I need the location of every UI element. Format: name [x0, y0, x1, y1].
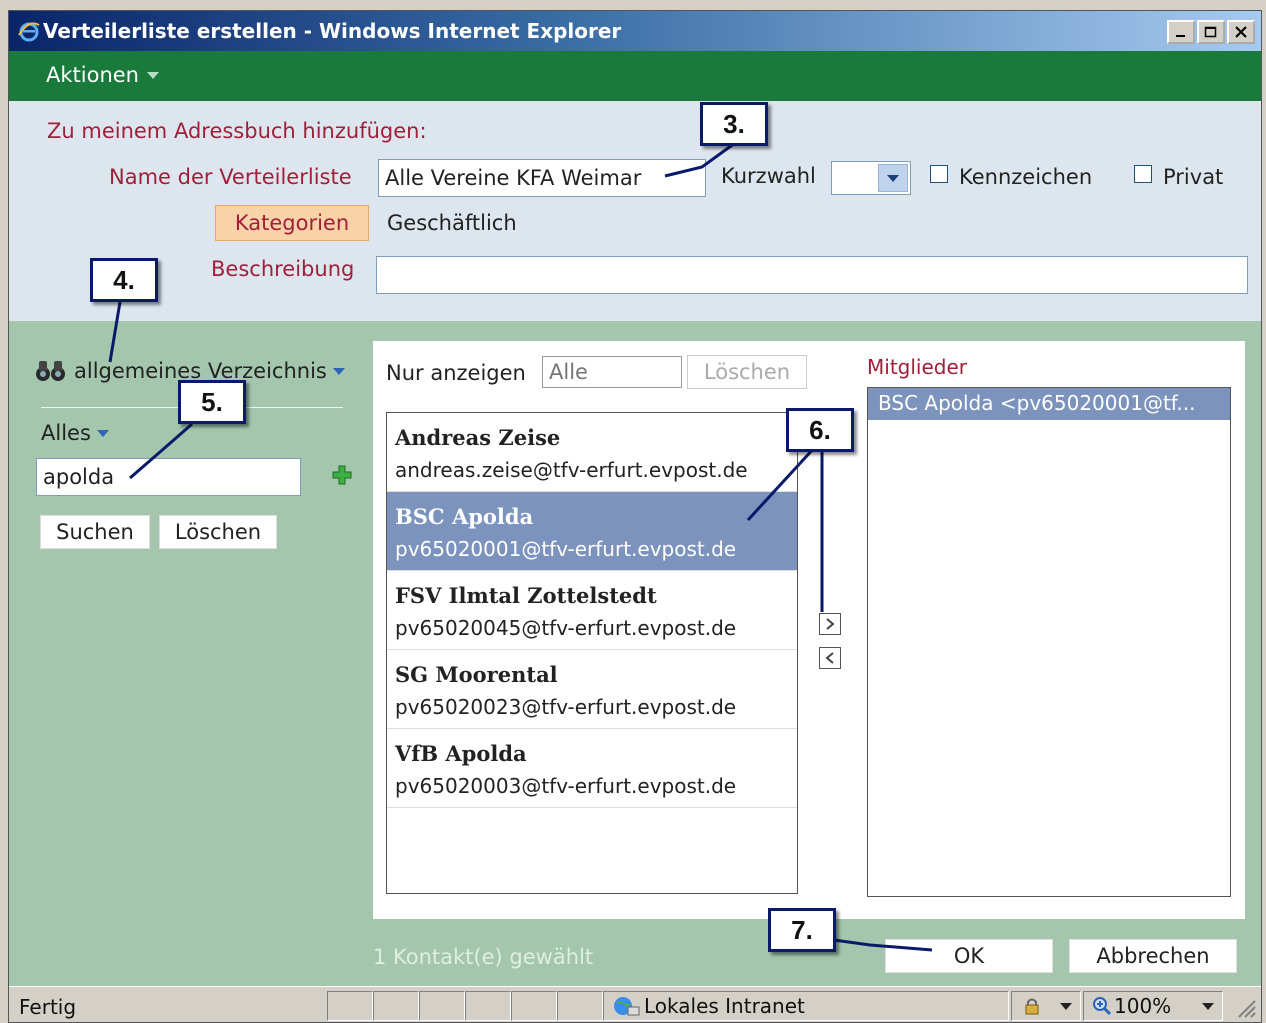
contact-name: BSC Apolda	[395, 504, 534, 529]
callout-4: 4.	[90, 258, 158, 302]
clear-search-button[interactable]: Löschen	[159, 515, 277, 549]
browser-window: Verteilerliste erstellen - Windows Inter…	[8, 10, 1262, 1023]
internet-explorer-icon	[18, 22, 40, 42]
selection-count: 1 Kontakt(e) gewählt	[373, 945, 594, 969]
chevron-down-icon	[332, 367, 345, 375]
zoom-icon	[1093, 997, 1112, 1016]
kennzeichen-label: Kennzeichen	[959, 165, 1093, 189]
chevron-right-icon	[826, 618, 835, 630]
description-input[interactable]	[376, 256, 1248, 294]
contact-name: Andreas Zeise	[395, 425, 561, 450]
actions-menu[interactable]: Aktionen	[46, 63, 159, 87]
contact-name: FSV Ilmtal Zottelstedt	[395, 583, 657, 608]
chevron-down-icon	[96, 429, 109, 437]
privat-label: Privat	[1163, 165, 1224, 189]
callout-6: 6.	[786, 408, 854, 452]
intranet-globe-icon	[614, 997, 640, 1016]
zoom-level: 100%	[1114, 994, 1172, 1018]
list-item[interactable]: VfB Apolda pv65020003@tfv-erfurt.evpost.…	[387, 729, 797, 808]
section-title: Zu meinem Adressbuch hinzufügen:	[47, 119, 427, 143]
privat-checkbox[interactable]	[1134, 165, 1152, 183]
member-item[interactable]: BSC Apolda <pv65020001@tf...	[868, 388, 1230, 420]
maximize-button[interactable]	[1197, 20, 1225, 44]
minimize-icon	[1176, 35, 1185, 37]
status-cell	[373, 991, 419, 1021]
contact-name: SG Moorental	[395, 662, 558, 687]
status-bar: Fertig Lokales Intranet 100%	[9, 986, 1261, 1022]
contact-email: pv65020003@tfv-erfurt.evpost.de	[395, 774, 737, 798]
actions-bar: Aktionen	[9, 51, 1261, 101]
binoculars-icon	[36, 361, 65, 381]
list-item[interactable]: Andreas Zeise andreas.zeise@tfv-erfurt.e…	[387, 413, 797, 492]
resize-grip-icon[interactable]	[1235, 997, 1257, 1019]
status-cell	[419, 991, 465, 1021]
kurzwahl-label: Kurzwahl	[721, 164, 816, 188]
zone-cell: Lokales Intranet	[603, 991, 1009, 1021]
contact-email: pv65020045@tfv-erfurt.evpost.de	[395, 616, 737, 640]
status-cell	[327, 991, 373, 1021]
actions-menu-label: Aktionen	[46, 63, 139, 87]
list-item[interactable]: SG Moorental pv65020023@tfv-erfurt.evpos…	[387, 650, 797, 729]
kategorie-value: Geschäftlich	[387, 211, 517, 235]
chevron-down-icon	[146, 71, 159, 79]
filter-selector[interactable]: Alles	[41, 421, 109, 445]
name-label: Name der Verteilerliste	[109, 165, 352, 189]
ok-button[interactable]: OK	[885, 939, 1053, 973]
contact-email: andreas.zeise@tfv-erfurt.evpost.de	[395, 458, 748, 482]
contact-email: pv65020023@tfv-erfurt.evpost.de	[395, 695, 737, 719]
filter-label: Alles	[41, 421, 91, 445]
only-show-label: Nur anzeigen	[386, 361, 526, 385]
protected-mode-cell[interactable]	[1011, 991, 1081, 1021]
status-cell	[557, 991, 603, 1021]
kurzwahl-select[interactable]	[831, 161, 911, 195]
filter-input[interactable]	[542, 356, 682, 388]
search-button[interactable]: Suchen	[40, 515, 150, 549]
list-name-input[interactable]	[378, 159, 706, 197]
members-list: BSC Apolda <pv65020001@tf...	[867, 387, 1231, 897]
minimize-button[interactable]	[1167, 20, 1195, 44]
directory-search-input[interactable]	[36, 458, 301, 496]
filter-clear-button[interactable]: Löschen	[687, 355, 807, 389]
distribution-list-form: Zu meinem Adressbuch hinzufügen: Name de…	[9, 101, 1261, 321]
window-title: Verteilerliste erstellen - Windows Inter…	[43, 19, 622, 43]
contact-email: pv65020001@tfv-erfurt.evpost.de	[395, 537, 737, 561]
title-bar: Verteilerliste erstellen - Windows Inter…	[9, 11, 1261, 51]
list-item[interactable]: BSC Apolda pv65020001@tfv-erfurt.evpost.…	[387, 492, 797, 571]
zoom-cell[interactable]: 100%	[1083, 991, 1223, 1021]
close-icon	[1235, 26, 1247, 38]
add-icon[interactable]	[331, 464, 353, 486]
status-text: Fertig	[19, 995, 77, 1019]
kategorien-button[interactable]: Kategorien	[215, 205, 369, 241]
add-member-button[interactable]	[819, 613, 841, 635]
remove-member-button[interactable]	[819, 647, 841, 669]
callout-3: 3.	[700, 102, 768, 146]
status-cell	[465, 991, 511, 1021]
zone-text: Lokales Intranet	[644, 994, 805, 1018]
close-button[interactable]	[1227, 20, 1255, 44]
status-cell	[511, 991, 557, 1021]
callout-5: 5.	[178, 380, 246, 424]
dropdown-arrow-icon[interactable]	[878, 164, 908, 192]
beschreibung-label: Beschreibung	[211, 257, 355, 281]
maximize-icon	[1204, 26, 1217, 38]
cancel-button[interactable]: Abbrechen	[1069, 939, 1237, 973]
chevron-left-icon	[825, 652, 834, 664]
callout-7: 7.	[768, 908, 836, 952]
lock-icon	[1025, 998, 1039, 1015]
kennzeichen-checkbox[interactable]	[930, 165, 948, 183]
members-label: Mitglieder	[867, 355, 967, 379]
contact-name: VfB Apolda	[395, 741, 527, 766]
results-list: Andreas Zeise andreas.zeise@tfv-erfurt.e…	[386, 412, 798, 894]
list-item[interactable]: FSV Ilmtal Zottelstedt pv65020045@tfv-er…	[387, 571, 797, 650]
